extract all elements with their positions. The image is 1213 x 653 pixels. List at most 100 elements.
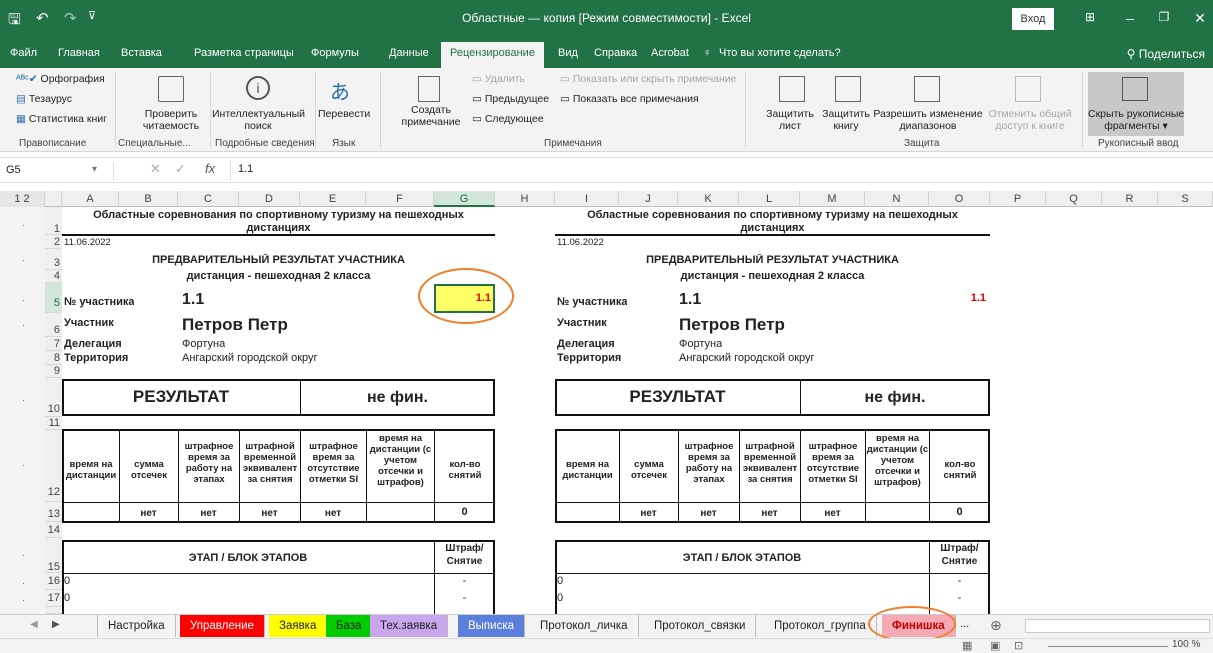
sheet-tab-protocol-personal[interactable]: Протокол_личка — [530, 615, 639, 637]
col-header-m[interactable]: M — [800, 191, 865, 207]
insert-function-icon[interactable]: fx — [205, 161, 215, 176]
row-header-2[interactable]: 2 — [45, 235, 62, 249]
scroll-right-icon[interactable]: ▶ — [52, 619, 60, 630]
row-header-5[interactable]: 5 — [45, 283, 62, 313]
col-header-b[interactable]: B — [119, 191, 178, 207]
sheet-tab-extract[interactable]: Выписка — [458, 615, 526, 637]
name-box[interactable]: G5 ▾ — [4, 162, 114, 180]
row-header-13[interactable]: 13 — [45, 502, 62, 522]
tab-insert[interactable]: Вставка — [121, 47, 162, 59]
cancel-icon[interactable]: ✕ — [150, 161, 161, 177]
sheet-tab-application[interactable]: Заявка — [269, 615, 328, 637]
close-icon[interactable]: ✕ — [1188, 10, 1212, 27]
previous-comment-button[interactable]: ▭ Предыдущее — [472, 93, 549, 105]
col-header-n[interactable]: N — [865, 191, 929, 207]
tab-formulas[interactable]: Формулы — [311, 47, 359, 59]
tell-me-search[interactable]: Что вы хотите сделать? — [719, 47, 841, 59]
translate-button[interactable]: Перевести — [318, 108, 370, 120]
workbook-stats-button[interactable]: ▦ Статистика книг — [16, 113, 107, 125]
protect-workbook-button[interactable]: Защитить книгу — [818, 108, 874, 132]
col-header-l[interactable]: L — [739, 191, 800, 207]
row-header-15[interactable]: 15 — [45, 538, 62, 573]
col-header-h[interactable]: H — [495, 191, 555, 207]
new-comment-button[interactable]: Создать примечание — [392, 104, 470, 128]
sheet-tab-protocol-group[interactable]: Протокол_группа — [764, 615, 877, 637]
show-all-comments-button[interactable]: ▭ Показать все примечания — [560, 93, 699, 105]
zoom-level[interactable]: 100 % — [1172, 639, 1200, 650]
row-header-18[interactable] — [45, 607, 62, 614]
page-layout-icon[interactable]: ▣ — [990, 639, 1000, 652]
row-header-3[interactable]: 3 — [45, 249, 62, 270]
row-header-11[interactable]: 11 — [45, 417, 62, 430]
sheet-grid[interactable]: Областные соревнования по спортивному ту… — [62, 207, 1213, 620]
row-header-6[interactable]: 6 — [45, 313, 62, 337]
share-button[interactable]: ⚲ Поделиться — [1127, 47, 1205, 61]
tab-data[interactable]: Данные — [389, 47, 429, 59]
row-header-17[interactable]: 17 — [45, 590, 62, 607]
thesaurus-button[interactable]: ▤ Тезаурус — [16, 93, 72, 105]
col-header-o[interactable]: O — [929, 191, 990, 207]
col-header-s[interactable]: S — [1158, 191, 1213, 207]
row-header-16[interactable]: 16 — [45, 573, 62, 590]
ribbon-display-icon[interactable]: ⊞ — [1078, 10, 1102, 24]
outline-level-2[interactable]: 2 — [24, 193, 30, 205]
row-header-14[interactable]: 14 — [45, 522, 62, 538]
scroll-left-icon[interactable]: ◀ — [30, 619, 38, 630]
page-break-icon[interactable]: ⊡ — [1014, 639, 1023, 652]
row-header-1[interactable]: 1 — [45, 207, 62, 235]
minimize-icon[interactable]: – — [1118, 10, 1142, 26]
select-all-corner[interactable] — [45, 191, 62, 207]
signin-button[interactable]: Вход — [1012, 8, 1054, 30]
col-header-k[interactable]: K — [678, 191, 739, 207]
col-header-g[interactable]: G — [434, 191, 495, 207]
sheet-tab-management[interactable]: Управление — [180, 615, 265, 637]
protect-sheet-button[interactable]: Защитить лист — [762, 108, 818, 132]
col-header-i[interactable]: I — [555, 191, 619, 207]
enter-icon[interactable]: ✓ — [175, 161, 186, 177]
tab-file[interactable]: Файл — [10, 47, 37, 59]
hide-ink-button[interactable]: Скрыть рукописные фрагменты ▾ — [1088, 72, 1184, 136]
tab-home[interactable]: Главная — [58, 47, 100, 59]
row-header-9[interactable]: 9 — [45, 365, 62, 378]
add-sheet-icon[interactable]: ⊕ — [990, 617, 1002, 634]
unshare-workbook-button[interactable]: Отменить общий доступ к книге — [986, 108, 1074, 132]
horizontal-scrollbar[interactable] — [1025, 619, 1210, 633]
col-header-r[interactable]: R — [1102, 191, 1158, 207]
col-header-e[interactable]: E — [300, 191, 366, 207]
spelling-button[interactable]: ᴬᴮᶜ✔ Орфография — [16, 73, 105, 85]
next-comment-button[interactable]: ▭ Следующее — [472, 113, 544, 125]
allow-edit-ranges-button[interactable]: Разрешить изменение диапазонов — [872, 108, 984, 132]
zoom-slider[interactable] — [1048, 646, 1168, 647]
delete-comment-button[interactable]: ▭ Удалить — [472, 73, 525, 85]
col-header-c[interactable]: C — [178, 191, 239, 207]
normal-view-icon[interactable]: ▦ — [962, 639, 972, 652]
formula-input[interactable] — [230, 160, 1210, 180]
show-hide-comment-button[interactable]: ▭ Показать или скрыть примечание — [560, 73, 737, 85]
row-header-12[interactable]: 12 — [45, 430, 62, 502]
sheet-tab-tech-application[interactable]: Тех.заявка — [370, 615, 449, 637]
check-accessibility-button[interactable]: Проверить читаемость — [135, 108, 207, 132]
outline-level-1[interactable]: 1 — [14, 193, 20, 205]
row-header-10[interactable]: 10 — [45, 378, 62, 417]
row-header-8[interactable]: 8 — [45, 351, 62, 365]
smart-lookup-button[interactable]: Интеллектуальный поиск — [212, 108, 305, 132]
col-header-f[interactable]: F — [366, 191, 434, 207]
row-header-4[interactable]: 4 — [45, 270, 62, 283]
col-header-d[interactable]: D — [239, 191, 300, 207]
sheet-tab-settings[interactable]: Настройка — [97, 615, 176, 637]
chevron-down-icon[interactable]: ▾ — [92, 164, 97, 175]
tab-help[interactable]: Справка — [594, 47, 637, 59]
more-tabs-icon[interactable]: ... — [960, 618, 969, 630]
sheet-tab-base[interactable]: База — [326, 615, 373, 637]
sheet-tab-protocol-pairs[interactable]: Протокол_связки — [644, 615, 757, 637]
restore-icon[interactable]: ❐ — [1152, 10, 1176, 24]
tab-review[interactable]: Рецензирование — [441, 42, 544, 68]
tab-page-layout[interactable]: Разметка страницы — [194, 47, 294, 59]
col-header-a[interactable]: A — [62, 191, 119, 207]
col-header-p[interactable]: P — [990, 191, 1046, 207]
row-header-7[interactable]: 7 — [45, 337, 62, 351]
col-header-q[interactable]: Q — [1046, 191, 1102, 207]
col-header-j[interactable]: J — [619, 191, 678, 207]
tab-acrobat[interactable]: Acrobat — [651, 47, 689, 59]
tab-view[interactable]: Вид — [558, 47, 578, 59]
